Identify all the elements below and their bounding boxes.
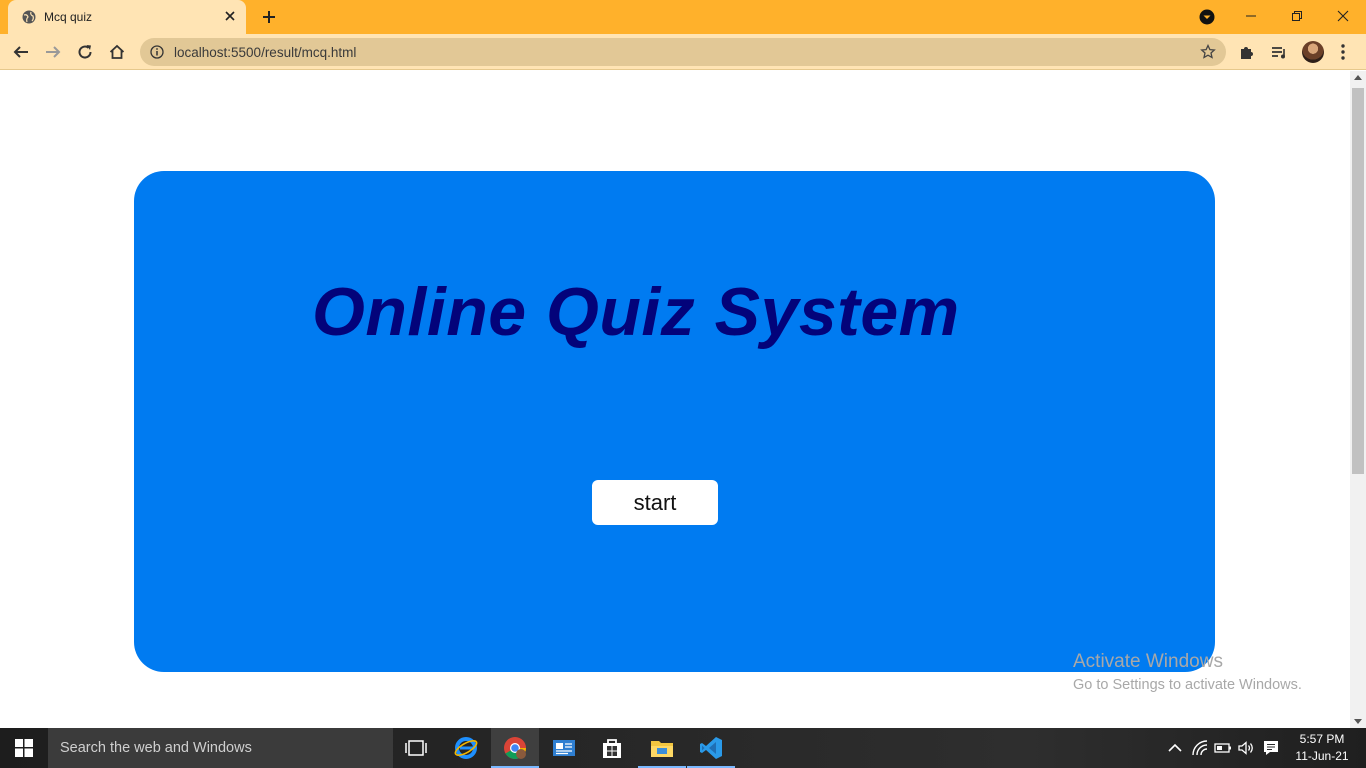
store-bag-icon: [603, 739, 621, 758]
tab-title: Mcq quiz: [44, 10, 93, 24]
chrome-icon: [504, 737, 526, 759]
network-icon[interactable]: [1191, 739, 1209, 757]
show-hidden-icons-icon[interactable]: [1166, 739, 1184, 757]
info-icon[interactable]: [150, 45, 164, 59]
search-placeholder: Search the web and Windows: [60, 740, 252, 756]
system-clock[interactable]: 5:57 PM 11-Jun-21: [1290, 731, 1354, 765]
restore-icon: [1292, 11, 1302, 21]
minimize-button[interactable]: [1228, 0, 1274, 32]
folder-icon: [651, 741, 673, 757]
browser-titlebar: Mcq quiz: [0, 0, 1366, 34]
close-window-button[interactable]: [1320, 0, 1366, 32]
forward-icon[interactable]: [44, 43, 62, 61]
bookmark-star-icon[interactable]: [1200, 44, 1216, 60]
media-control-icon[interactable]: [1270, 43, 1288, 61]
clock-time: 5:57 PM: [1299, 732, 1345, 746]
scroll-down-arrow-icon[interactable]: [1354, 719, 1362, 724]
tab-search-icon[interactable]: [1199, 9, 1215, 25]
page-viewport: Online Quiz System start Activate Window…: [0, 71, 1350, 728]
windows-logo-icon: [15, 739, 33, 757]
minimize-icon: [1246, 15, 1256, 17]
taskbar: Search the web and Windows 5:57 PM 11-Ju…: [0, 728, 1366, 768]
volume-icon[interactable]: [1237, 739, 1255, 757]
activation-watermark: Activate Windows Go to Settings to activ…: [1073, 651, 1302, 693]
more-menu-icon[interactable]: [1335, 43, 1351, 61]
action-center-icon[interactable]: [1262, 739, 1280, 757]
new-tab-icon[interactable]: [260, 8, 278, 26]
clock-date: 11-Jun-21: [1295, 749, 1349, 763]
scroll-up-arrow-icon[interactable]: [1354, 75, 1362, 80]
browser-tab[interactable]: Mcq quiz: [8, 0, 246, 34]
taskbar-chrome[interactable]: [491, 728, 539, 768]
task-view-icon: [405, 740, 427, 756]
taskbar-internet-explorer[interactable]: [442, 728, 490, 768]
scroll-thumb[interactable]: [1352, 88, 1364, 474]
taskbar-store[interactable]: [588, 728, 636, 768]
profile-avatar[interactable]: [1302, 41, 1324, 63]
close-tab-icon[interactable]: [222, 8, 238, 24]
taskbar-search[interactable]: Search the web and Windows: [48, 728, 393, 768]
quiz-card: Online Quiz System start: [134, 171, 1215, 672]
start-button[interactable]: start: [592, 480, 718, 525]
battery-icon[interactable]: [1214, 739, 1232, 757]
watermark-subtitle: Go to Settings to activate Windows.: [1073, 677, 1302, 693]
watermark-title: Activate Windows: [1073, 651, 1223, 672]
vertical-scrollbar[interactable]: [1350, 71, 1366, 728]
extensions-icon[interactable]: [1238, 43, 1256, 61]
start-button-windows[interactable]: [0, 728, 48, 768]
taskbar-file-explorer[interactable]: [638, 728, 686, 768]
vscode-icon: [700, 737, 722, 759]
reload-icon[interactable]: [76, 43, 94, 61]
home-icon[interactable]: [108, 43, 126, 61]
back-icon[interactable]: [12, 43, 30, 61]
url-text[interactable]: localhost:5500/result/mcq.html: [174, 45, 356, 60]
task-view-button[interactable]: [392, 728, 440, 768]
taskbar-vscode[interactable]: [687, 728, 735, 768]
browser-toolbar: localhost:5500/result/mcq.html: [0, 34, 1366, 70]
internet-explorer-icon: [454, 737, 478, 759]
news-app-icon: [553, 740, 575, 756]
taskbar-news[interactable]: [540, 728, 588, 768]
page-title: Online Quiz System: [312, 274, 960, 350]
restore-button[interactable]: [1274, 0, 1320, 32]
close-icon: [1337, 10, 1349, 22]
globe-icon: [22, 10, 36, 24]
address-bar[interactable]: localhost:5500/result/mcq.html: [140, 38, 1226, 66]
